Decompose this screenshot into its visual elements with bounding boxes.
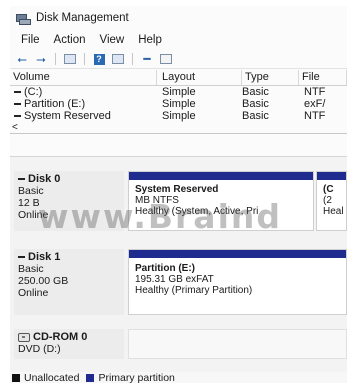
- menu-view[interactable]: View: [93, 34, 132, 46]
- partition-c[interactable]: (C (2 Heal: [316, 171, 347, 231]
- column-header-layout[interactable]: Layout: [157, 70, 242, 85]
- disk-1-row: Disk 1 Basic 250.00 GB Online Partition …: [10, 249, 347, 315]
- toolbar-separator: [84, 53, 85, 65]
- toolbar: ⭠ ⭢ ? ━: [10, 50, 347, 69]
- back-arrow-icon[interactable]: ⭠: [14, 52, 30, 66]
- volume-list: Volume Layout Type File (C:) Simple Basi…: [10, 70, 347, 134]
- partition-system-reserved[interactable]: System Reserved MB NTFS Healthy (System,…: [128, 171, 314, 231]
- disk-type: Basic: [18, 185, 44, 197]
- scroll-left-arrow-icon[interactable]: <: [12, 122, 18, 133]
- partition-name: System Reserved: [135, 184, 219, 195]
- unallocated-swatch: [12, 373, 20, 382]
- cdrom-0-info[interactable]: CD-ROM 0 DVD (D:): [14, 329, 124, 359]
- menu-action[interactable]: Action: [47, 34, 93, 46]
- primary-partition-stripe: [129, 172, 313, 180]
- disk-name: CD-ROM 0: [33, 331, 88, 343]
- volume-file-system: exF/: [304, 98, 326, 110]
- disk-type: DVD (D:): [18, 343, 61, 355]
- menu-help[interactable]: Help: [131, 34, 169, 46]
- volume-icon: [14, 103, 21, 106]
- help-icon[interactable]: ?: [91, 52, 107, 66]
- partition-name: (C: [323, 184, 334, 195]
- volume-icon: [14, 115, 21, 118]
- disk-status: Online: [18, 209, 49, 221]
- primary-partition-stripe: [129, 250, 346, 258]
- disk-0-row: Disk 0 Basic 12 B Online System Reserved…: [10, 171, 347, 231]
- disk-status: Online: [18, 287, 49, 299]
- disk-icon: [18, 256, 25, 258]
- partition-size: (2: [323, 195, 332, 206]
- legend-unallocated: Unallocated: [24, 371, 80, 384]
- disk-type: Basic: [18, 263, 44, 275]
- menu-bar: File Action View Help: [10, 30, 347, 50]
- column-header-type[interactable]: Type: [242, 70, 299, 85]
- console-tree-icon[interactable]: [62, 52, 78, 66]
- disk-0-info[interactable]: Disk 0 Basic 12 B Online: [14, 171, 124, 231]
- partition-size: MB NTFS: [135, 195, 179, 206]
- properties-icon[interactable]: [110, 52, 126, 66]
- table-row[interactable]: Partition (E:) Simple Basic exF/: [10, 98, 347, 110]
- disk-management-window: Disk Management File Action View Help ⭠ …: [10, 6, 347, 383]
- partition-name: Partition (E:): [135, 263, 195, 274]
- disk-name: Disk 0: [28, 173, 61, 185]
- partition-size: 195.31 GB exFAT: [135, 274, 214, 285]
- table-row[interactable]: System Reserved Simple Basic NTF: [10, 110, 347, 122]
- toolbar-separator: [132, 53, 133, 65]
- volume-layout: Simple: [162, 98, 196, 110]
- forward-arrow-icon[interactable]: ⭢: [33, 52, 49, 66]
- partition-e[interactable]: Partition (E:) 195.31 GB exFAT Healthy (…: [128, 249, 347, 315]
- volume-icon: [14, 91, 21, 94]
- primary-partition-stripe: [317, 172, 346, 180]
- disk-size-suffix: B: [32, 197, 40, 209]
- volume-file-system: NTF: [304, 110, 326, 122]
- disk-1-info[interactable]: Disk 1 Basic 250.00 GB Online: [14, 249, 124, 315]
- toolbar-separator: [55, 53, 56, 65]
- legend-primary-partition: Primary partition: [98, 371, 175, 384]
- legend: Unallocated Primary partition: [10, 372, 347, 383]
- disk-size: 12: [18, 197, 30, 209]
- window-title: Disk Management: [36, 12, 129, 24]
- partition-status: Healthy (Primary Partition): [135, 285, 253, 296]
- volume-list-header: Volume Layout Type File: [10, 70, 347, 86]
- table-row[interactable]: (C:) Simple Basic NTF: [10, 86, 347, 98]
- primary-partition-swatch: [86, 373, 95, 382]
- volume-name: System Reserved: [24, 110, 111, 122]
- disk-name: Disk 1: [28, 251, 61, 263]
- connect-icon[interactable]: ━: [139, 52, 155, 66]
- cdrom-0-row: CD-ROM 0 DVD (D:): [10, 329, 347, 359]
- menu-file[interactable]: File: [14, 34, 47, 46]
- view-icon[interactable]: [158, 52, 174, 66]
- volume-name: (C:): [24, 86, 43, 98]
- disk-management-icon: [16, 13, 31, 25]
- disk-graphical-view: Disk 0 Basic 12 B Online System Reserved…: [10, 156, 347, 373]
- column-header-file-system[interactable]: File: [299, 70, 347, 85]
- disk-icon: [18, 178, 25, 180]
- title-bar: Disk Management: [10, 6, 347, 30]
- partition-status: Heal: [323, 206, 344, 217]
- column-header-volume[interactable]: Volume: [10, 70, 157, 85]
- partition-status: Healthy (System, Active, Pri: [135, 206, 259, 217]
- disk-size: 250.00 GB: [18, 275, 69, 287]
- horizontal-scrollbar[interactable]: <: [10, 122, 347, 134]
- volume-layout: Simple: [162, 110, 196, 122]
- volume-type: Basic: [242, 110, 269, 122]
- volume-type: Basic: [242, 98, 269, 110]
- volume-file-system: NTF: [304, 86, 326, 98]
- volume-type: Basic: [242, 86, 269, 98]
- volume-layout: Simple: [162, 86, 196, 98]
- cdrom-media-area[interactable]: [128, 329, 347, 359]
- volume-name: Partition (E:): [24, 98, 86, 110]
- cdrom-icon: [18, 332, 30, 342]
